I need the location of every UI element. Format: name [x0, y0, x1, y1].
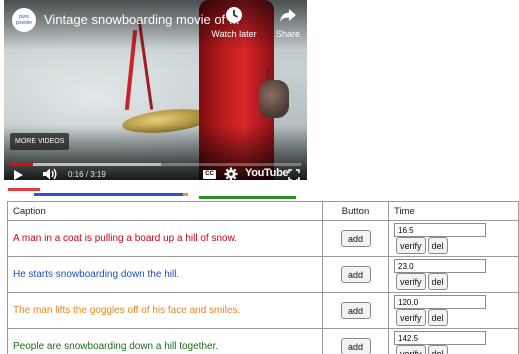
youtube-logo[interactable]: YouTube [245, 167, 289, 179]
time-input[interactable] [394, 259, 486, 273]
volume-icon [42, 168, 58, 180]
caption-text: People are snowboarding down a hill toge… [13, 341, 219, 352]
gear-icon [224, 167, 238, 180]
button-cell: add [322, 220, 389, 257]
clock-icon [208, 5, 260, 27]
verify-button[interactable]: verify [396, 273, 426, 290]
caption-text: He starts snowboarding down the hill. [13, 269, 180, 280]
delete-button[interactable]: del [427, 237, 448, 254]
table-header-row: Caption Button Time [7, 201, 519, 221]
caption-cell: He starts snowboarding down the hill. [7, 256, 323, 293]
time-display: 0:16 / 3:19 [68, 170, 106, 179]
button-cell: add [322, 328, 389, 354]
watch-later-button[interactable]: Watch later [208, 5, 260, 39]
verify-button[interactable]: verify [396, 309, 426, 326]
watch-later-label: Watch later [211, 29, 257, 39]
time-cell: verifydel [388, 220, 519, 257]
caption-cell: People are snowboarding down a hill toge… [7, 328, 323, 354]
settings-button[interactable] [224, 167, 238, 180]
video-frame-glove [259, 80, 289, 118]
video-player[interactable]: pure powder Vintage snowboarding movie o… [4, 0, 307, 180]
fullscreen-icon [288, 168, 300, 180]
caption-header: Caption [7, 201, 323, 221]
play-icon [12, 168, 24, 180]
caption-table: Caption Button Time A man in a coat is p… [7, 201, 519, 354]
play-button[interactable] [12, 168, 24, 180]
table-row: The man lifts the goggles off of his fac… [7, 292, 519, 329]
delete-button[interactable]: del [427, 309, 448, 326]
progress-played [10, 163, 34, 166]
caption-cell: The man lifts the goggles off of his fac… [7, 292, 323, 329]
time-cell: verifydel [388, 328, 519, 354]
progress-bar[interactable] [10, 163, 301, 166]
delete-button[interactable]: del [427, 273, 448, 290]
table-row: A man in a coat is pulling a board up a … [7, 220, 519, 257]
captions-button[interactable]: CC [203, 170, 216, 179]
time-cell: verifydel [388, 256, 519, 293]
add-button[interactable]: add [340, 230, 371, 247]
add-button[interactable]: add [340, 302, 371, 319]
share-label: Share [275, 29, 301, 39]
share-button[interactable]: Share [262, 5, 307, 39]
delete-button[interactable]: del [427, 345, 448, 354]
table-row: People are snowboarding down a hill toge… [7, 328, 519, 354]
button-header: Button [322, 201, 389, 221]
caption-text: The man lifts the goggles off of his fac… [13, 305, 241, 316]
volume-button[interactable] [42, 167, 58, 180]
verify-button[interactable]: verify [396, 345, 426, 354]
time-header: Time [388, 201, 519, 221]
button-cell: add [322, 256, 389, 293]
time-input[interactable] [394, 223, 486, 237]
fullscreen-button[interactable] [288, 168, 300, 180]
time-cell: verifydel [388, 292, 519, 329]
channel-avatar[interactable]: pure powder [12, 8, 36, 32]
verify-button[interactable]: verify [396, 237, 426, 254]
more-videos-button[interactable]: MORE VIDEOS [10, 133, 70, 150]
caption-cell: A man in a coat is pulling a board up a … [7, 220, 323, 257]
timeline-segment [34, 193, 183, 196]
timeline-segment [8, 188, 40, 191]
add-button[interactable]: add [340, 338, 371, 354]
caption-text: A man in a coat is pulling a board up a … [13, 233, 238, 244]
time-input[interactable] [394, 331, 486, 345]
table-row: He starts snowboarding down the hill. add… [7, 256, 519, 293]
timeline-segment [182, 193, 189, 196]
add-button[interactable]: add [340, 266, 371, 283]
timeline-segment [198, 196, 297, 199]
share-arrow-icon [262, 5, 307, 27]
time-input[interactable] [394, 295, 486, 309]
button-cell: add [322, 292, 389, 329]
